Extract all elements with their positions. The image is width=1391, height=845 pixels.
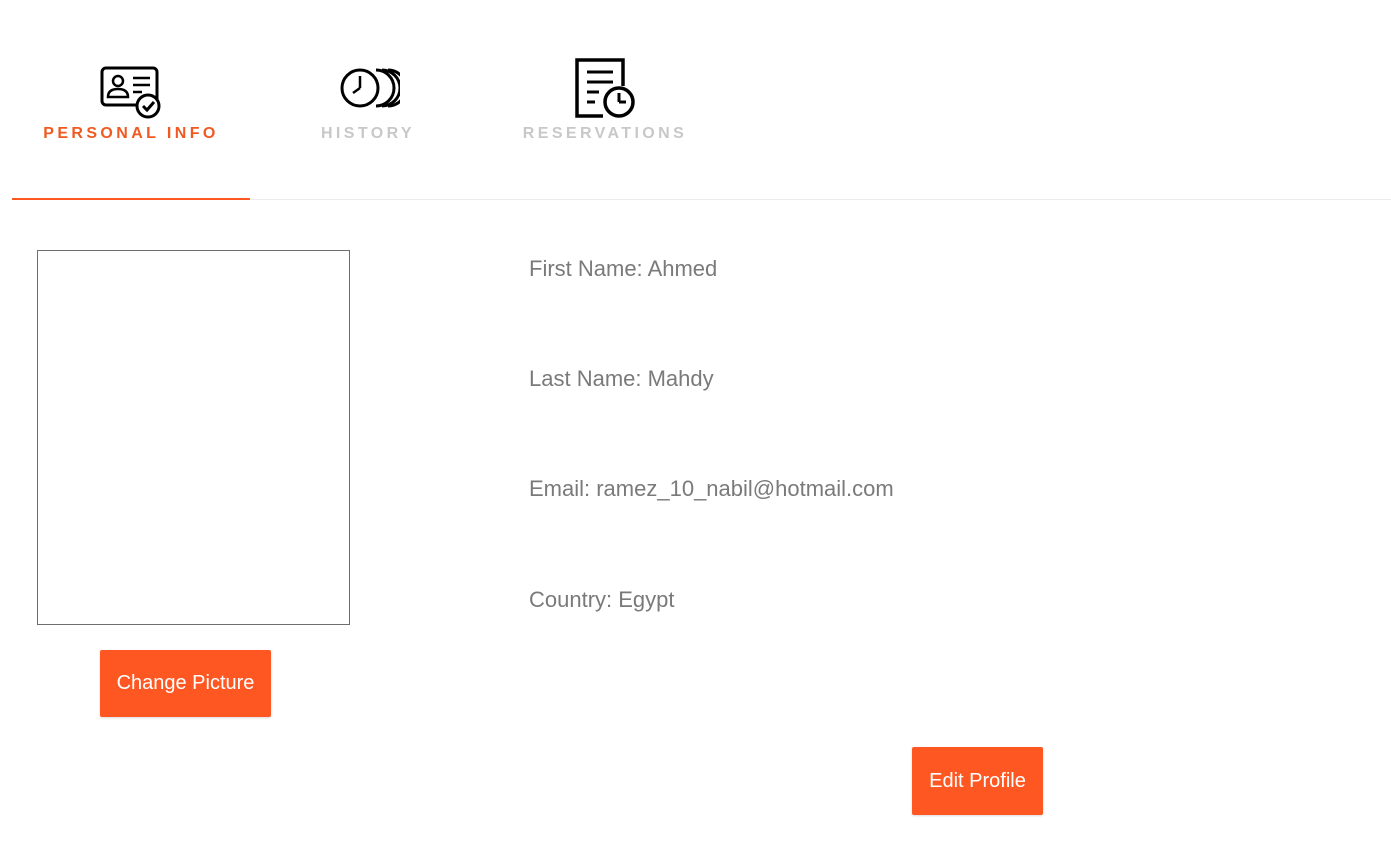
history-clock-icon [336, 56, 408, 125]
profile-page: PERSONAL INFO HISTORY RESERVATIONS Chang… [0, 0, 1391, 845]
id-card-check-icon [100, 56, 162, 125]
tab-reservations[interactable]: RESERVATIONS [486, 0, 724, 200]
active-tab-indicator [12, 198, 250, 200]
first-name-text: First Name: Ahmed [529, 256, 718, 281]
tab-history[interactable]: HISTORY [250, 0, 486, 200]
profile-picture [37, 250, 350, 625]
last-name-text: Last Name: Mahdy [529, 366, 714, 391]
edit-profile-button[interactable]: Edit Profile [912, 747, 1043, 815]
tab-reservations-label: RESERVATIONS [522, 125, 688, 142]
profile-tabs: PERSONAL INFO HISTORY RESERVATIONS [0, 0, 1391, 200]
tab-personal-info-label: PERSONAL INFO [43, 125, 219, 142]
document-clock-icon [573, 56, 637, 125]
tab-personal-info[interactable]: PERSONAL INFO [12, 0, 250, 200]
tab-history-label: HISTORY [320, 125, 416, 142]
email-text: Email: ramez_10_nabil@hotmail.com [529, 476, 894, 501]
country-text: Country: Egypt [529, 587, 675, 612]
change-picture-button[interactable]: Change Picture [100, 650, 271, 717]
